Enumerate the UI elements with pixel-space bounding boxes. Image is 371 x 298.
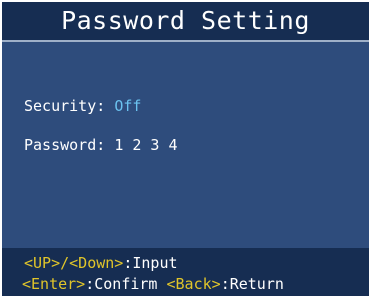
key-hints-footer: <UP>/<Down>:Input <Enter>:Confirm <Back>… bbox=[2, 248, 369, 296]
page-title: Password Setting bbox=[2, 2, 369, 40]
return-action-label: :Return bbox=[220, 275, 284, 293]
input-action-label: :Input bbox=[123, 254, 178, 272]
key-down-hint: <Down> bbox=[69, 254, 124, 272]
key-up-hint: <UP> bbox=[24, 254, 61, 272]
key-back-hint: <Back> bbox=[166, 275, 221, 293]
confirm-action-label: :Confirm bbox=[85, 275, 158, 293]
key-separator: / bbox=[60, 254, 70, 272]
password-row[interactable]: Password: 1 2 3 4 bbox=[24, 136, 178, 154]
password-value[interactable]: 1 2 3 4 bbox=[114, 136, 177, 154]
key-enter-hint: <Enter> bbox=[22, 275, 86, 293]
security-label: Security: bbox=[24, 97, 106, 115]
hint-line-input: <UP>/<Down>:Input bbox=[24, 254, 178, 272]
hint-line-confirm-return: <Enter>:Confirm <Back>:Return bbox=[22, 275, 284, 293]
settings-panel: Security: Off Password: 1 2 3 4 bbox=[2, 42, 369, 248]
osd-screen: Password Setting Security: Off Password:… bbox=[0, 0, 371, 298]
security-row[interactable]: Security: Off bbox=[24, 97, 141, 115]
password-label: Password: bbox=[24, 136, 106, 154]
security-value[interactable]: Off bbox=[114, 97, 141, 115]
